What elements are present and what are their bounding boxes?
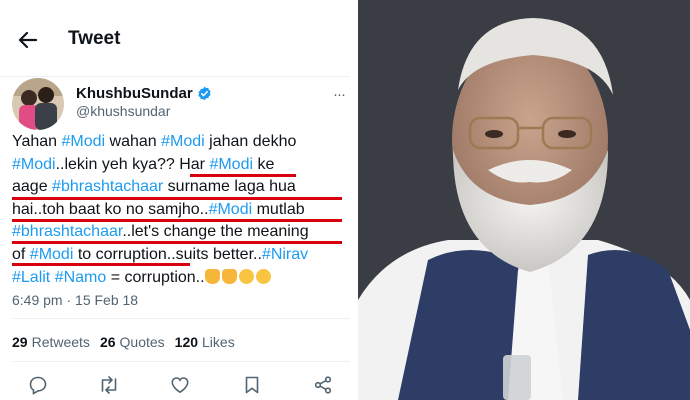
bookmark-icon[interactable] bbox=[239, 373, 265, 397]
underline-annotation bbox=[12, 219, 342, 222]
tweet-text-segment: aage bbox=[12, 178, 53, 196]
hashtag-link[interactable]: #Nirav bbox=[262, 246, 308, 263]
hashtag-link[interactable]: #bhrashtachaar bbox=[52, 178, 163, 195]
like-icon[interactable] bbox=[167, 373, 193, 397]
smiling-face-emoji bbox=[255, 268, 271, 284]
hashtag-link[interactable]: #Modi bbox=[161, 133, 205, 150]
portrait-photo bbox=[358, 0, 690, 400]
panel-divider bbox=[350, 0, 358, 400]
hashtag-link[interactable]: #Lalit bbox=[12, 269, 50, 286]
tweet-stats: 29 Retweets 26 Quotes 120 Likes bbox=[12, 334, 235, 350]
retweet-icon[interactable] bbox=[96, 373, 122, 397]
tweet-line: hai..toh baat ko no samjho..#Modi mutlab bbox=[12, 199, 350, 222]
likes-count: 120 bbox=[174, 334, 199, 350]
tweet-text-segment: ke bbox=[253, 155, 275, 173]
author-name[interactable]: KhushbuSundar bbox=[76, 85, 212, 102]
quotes-count: 26 bbox=[99, 334, 116, 350]
ok-hand-emoji bbox=[221, 268, 237, 284]
tweet-text-segment: hai..toh baat ko no samjho.. bbox=[12, 200, 209, 218]
divider bbox=[12, 361, 350, 362]
verified-badge-icon bbox=[198, 86, 211, 101]
divider bbox=[0, 76, 350, 77]
quotes-stat[interactable]: 26 Quotes bbox=[100, 334, 165, 350]
reply-icon[interactable] bbox=[25, 373, 51, 397]
back-arrow-icon[interactable] bbox=[14, 26, 42, 54]
tweet-text-segment: wahan bbox=[105, 133, 162, 150]
quotes-label: Quotes bbox=[119, 334, 165, 350]
tweet-line: Yahan #Modi wahan #Modi jahan dekho bbox=[12, 131, 350, 154]
hashtag-link[interactable]: #Modi bbox=[62, 133, 106, 150]
tweet-text-segment: ..let's change the meaning bbox=[122, 223, 309, 241]
hashtag-link[interactable]: #Modi bbox=[209, 201, 253, 218]
underline-annotation bbox=[190, 174, 296, 177]
retweets-count: 29 bbox=[12, 334, 28, 350]
smiling-face-emoji bbox=[238, 268, 254, 284]
tweet-text-segment: surname laga hua bbox=[163, 178, 296, 196]
underline-annotation bbox=[12, 241, 342, 244]
more-icon[interactable]: ··· bbox=[333, 86, 346, 103]
tweet-header: Tweet bbox=[0, 0, 350, 78]
retweets-stat[interactable]: 29 Retweets bbox=[12, 334, 90, 350]
tweet-text-segment: Yahan bbox=[12, 133, 62, 150]
likes-label: Likes bbox=[202, 334, 235, 350]
tweet-text-segment: jahan dekho bbox=[204, 133, 297, 150]
tweet-text-segment: of bbox=[12, 245, 30, 263]
tweet-line: aage #bhrashtachaar surname laga hua bbox=[12, 176, 350, 199]
tweet-text-segment: mutlab bbox=[252, 200, 305, 218]
share-icon[interactable] bbox=[310, 373, 336, 397]
tweet-text-segment: ..lekin yeh kya?? Har bbox=[55, 155, 210, 173]
hashtag-link[interactable]: #bhrashtachaar bbox=[12, 223, 122, 240]
page-title: Tweet bbox=[68, 28, 121, 49]
underline-annotation bbox=[12, 197, 342, 200]
author-name-text[interactable]: KhushbuSundar bbox=[76, 85, 193, 102]
hashtag-link[interactable]: #Modi bbox=[209, 156, 253, 173]
tweet-line: #Modi..lekin yeh kya?? Har #Modi ke bbox=[12, 154, 350, 177]
likes-stat[interactable]: 120 Likes bbox=[175, 334, 235, 350]
tweet-text-segment: to corruption..suits better.. bbox=[73, 245, 262, 263]
underline-annotation bbox=[12, 263, 190, 266]
hashtag-link[interactable]: #Namo bbox=[55, 269, 107, 286]
tweet-line: #Lalit #Namo = corruption.. bbox=[12, 267, 350, 290]
divider bbox=[12, 318, 350, 319]
hashtag-link[interactable]: #Modi bbox=[30, 246, 74, 263]
tweet-text-segment: = corruption.. bbox=[106, 268, 205, 286]
author-handle[interactable]: @khushsundar bbox=[76, 103, 170, 119]
tweet-panel: Tweet KhushbuSundar @khushsundar ··· Yah… bbox=[0, 0, 350, 400]
ok-hand-emoji bbox=[204, 268, 220, 284]
avatar[interactable] bbox=[12, 78, 64, 130]
retweets-label: Retweets bbox=[31, 334, 90, 350]
hashtag-link[interactable]: #Modi bbox=[12, 156, 56, 173]
tweet-timestamp[interactable]: 6:49 pm · 15 Feb 18 bbox=[12, 292, 138, 308]
